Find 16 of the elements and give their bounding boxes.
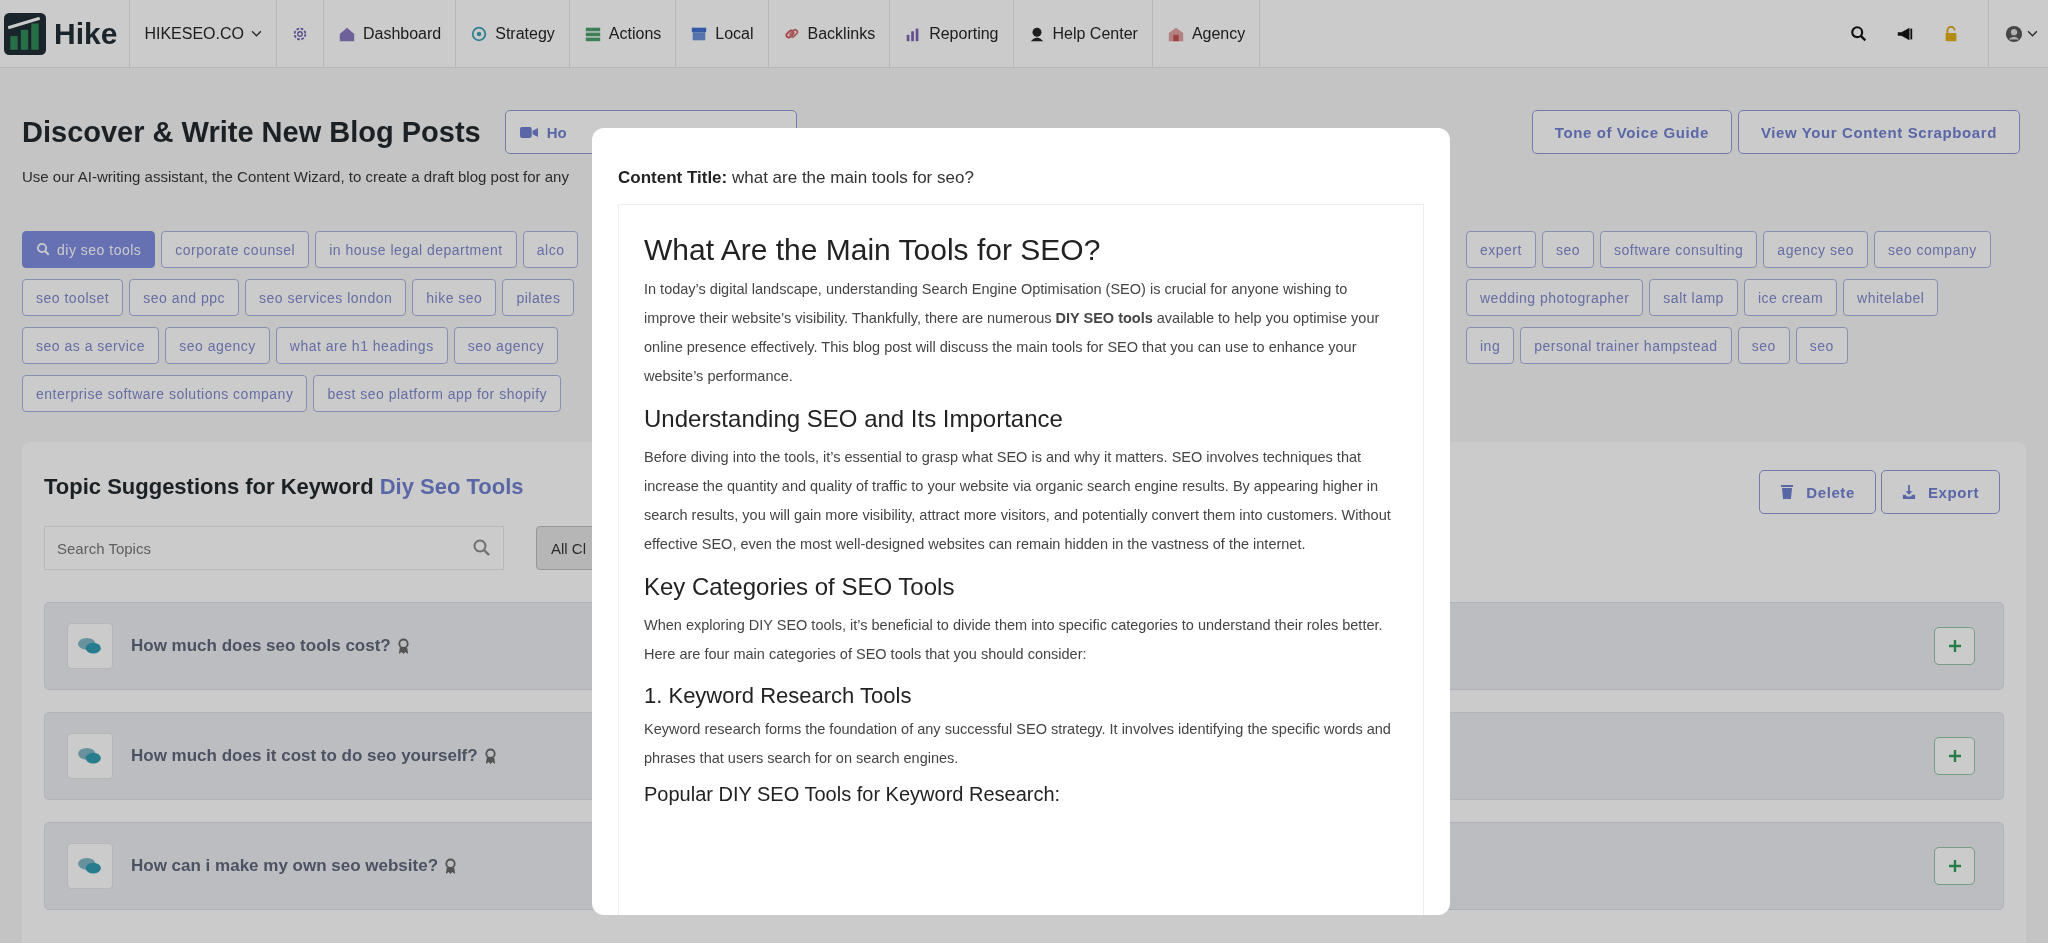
topic-text: How much does seo tools cost? [131,636,391,656]
page-title: Discover & Write New Blog Posts [22,115,481,149]
article-title: What Are the Main Tools for SEO? [644,233,1102,267]
article-paragraph: When exploring DIY SEO tools, it’s beneficial to divide them into specific categories to understand their roles better. Here are four main categories of SEO tools that you should consider: [644,616,1384,664]
content-title: Content Title: what are the main tools for seo? [618,168,975,188]
section-title: Topic Suggestions for Keyword Diy Seo Tools [44,474,524,500]
article-paragraph: Keyword research forms the foundation of any successful SEO strategy. It involves identifying the specific words and phrases that users search for on search engines. [644,720,1392,768]
article-paragraph: In today’s digital landscape, understanding Search Engine Optimisation (SEO) is crucial for anyone wishing to improve their website’s visibility. Thankfully, there are numerous DIY SEO tools available to help you optimise your online presence effectively. This blog post will discuss the main tools for SEO that you can use to enhance your website’s performance. [644,280,1381,386]
topic-text: How much does it cost to do seo yourself? [131,746,478,766]
article-paragraph: Before diving into the tools, it’s essential to grasp what SEO is and why it matters. SEO involves techniques that increase the quantity and quality of traffic to your website via organic search engine results. By appearing higher in search results, you will gain more visibility, attract more visitors, and potentially convert them into customers. Without effective SEO, even the most well-designed websites can remain hidden in the vastness of the internet. [644,448,1392,554]
article-subheading: Popular DIY SEO Tools for Keyword Research: [644,783,1062,806]
article-heading: Key Categories of SEO Tools [644,573,956,601]
article-subheading: 1. Keyword Research Tools [644,683,913,709]
article-heading: Understanding SEO and Its Importance [644,405,1064,433]
topic-text: How can i make my own seo website? [131,856,439,876]
page-description: Use our AI-writing assistant, the Content Wizard, to create a draft blog post for any [22,168,569,185]
